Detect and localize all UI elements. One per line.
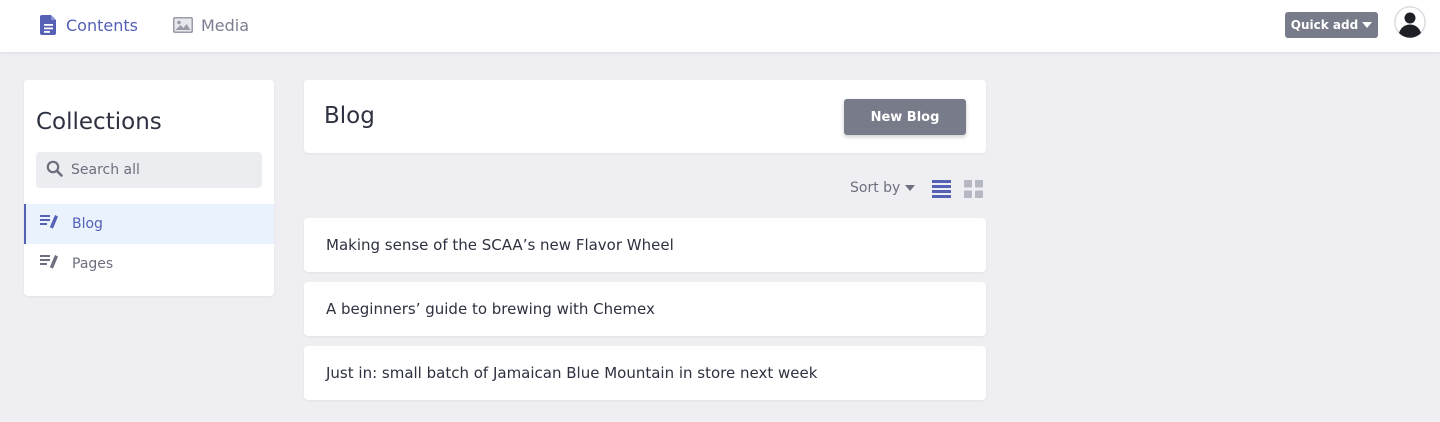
user-avatar-icon[interactable]	[1394, 6, 1426, 38]
page-title: Blog	[324, 103, 375, 129]
sidebar-item-label: Pages	[72, 256, 114, 272]
sidebar-item-pages[interactable]: Pages	[24, 244, 274, 284]
sidebar-item-label: Blog	[72, 216, 103, 232]
entry-title: Just in: small batch of Jamaican Blue Mo…	[326, 364, 818, 382]
sort-by-dropdown[interactable]: Sort by	[850, 180, 916, 196]
edit-list-icon	[40, 254, 60, 274]
tab-media-label: Media	[201, 15, 250, 35]
grid-view-icon[interactable]	[964, 180, 983, 202]
chevron-down-icon	[905, 185, 916, 191]
list-item[interactable]: A beginners’ guide to brewing with Cheme…	[304, 282, 986, 336]
sort-by-label: Sort by	[850, 180, 901, 196]
tab-contents[interactable]: Contents	[40, 0, 138, 50]
new-blog-button[interactable]: New Blog	[844, 99, 966, 135]
collection-header: Blog New Blog	[304, 80, 986, 153]
tab-contents-label: Contents	[66, 15, 138, 35]
top-navigation-bar: Contents Media Quick add	[0, 0, 1440, 52]
quick-add-label: Quick add	[1290, 18, 1359, 32]
search-icon	[46, 160, 63, 181]
list-item[interactable]: Just in: small batch of Jamaican Blue Mo…	[304, 346, 986, 400]
chevron-down-icon	[1362, 22, 1373, 28]
list-view-icon[interactable]	[932, 180, 951, 202]
image-icon	[173, 17, 193, 33]
search-input[interactable]	[69, 161, 249, 179]
tab-media[interactable]: Media	[173, 0, 249, 50]
edit-list-icon	[40, 214, 60, 234]
list-item[interactable]: Making sense of the SCAA’s new Flavor Wh…	[304, 218, 986, 272]
quick-add-button[interactable]: Quick add	[1285, 12, 1378, 38]
document-icon	[40, 15, 58, 35]
entry-title: Making sense of the SCAA’s new Flavor Wh…	[326, 236, 674, 254]
sidebar-item-blog[interactable]: Blog	[24, 204, 274, 244]
sidebar-title: Collections	[36, 109, 162, 135]
search-box[interactable]	[36, 152, 262, 188]
entry-title: A beginners’ guide to brewing with Cheme…	[326, 300, 655, 318]
collections-sidebar: Collections Blog	[24, 80, 274, 296]
